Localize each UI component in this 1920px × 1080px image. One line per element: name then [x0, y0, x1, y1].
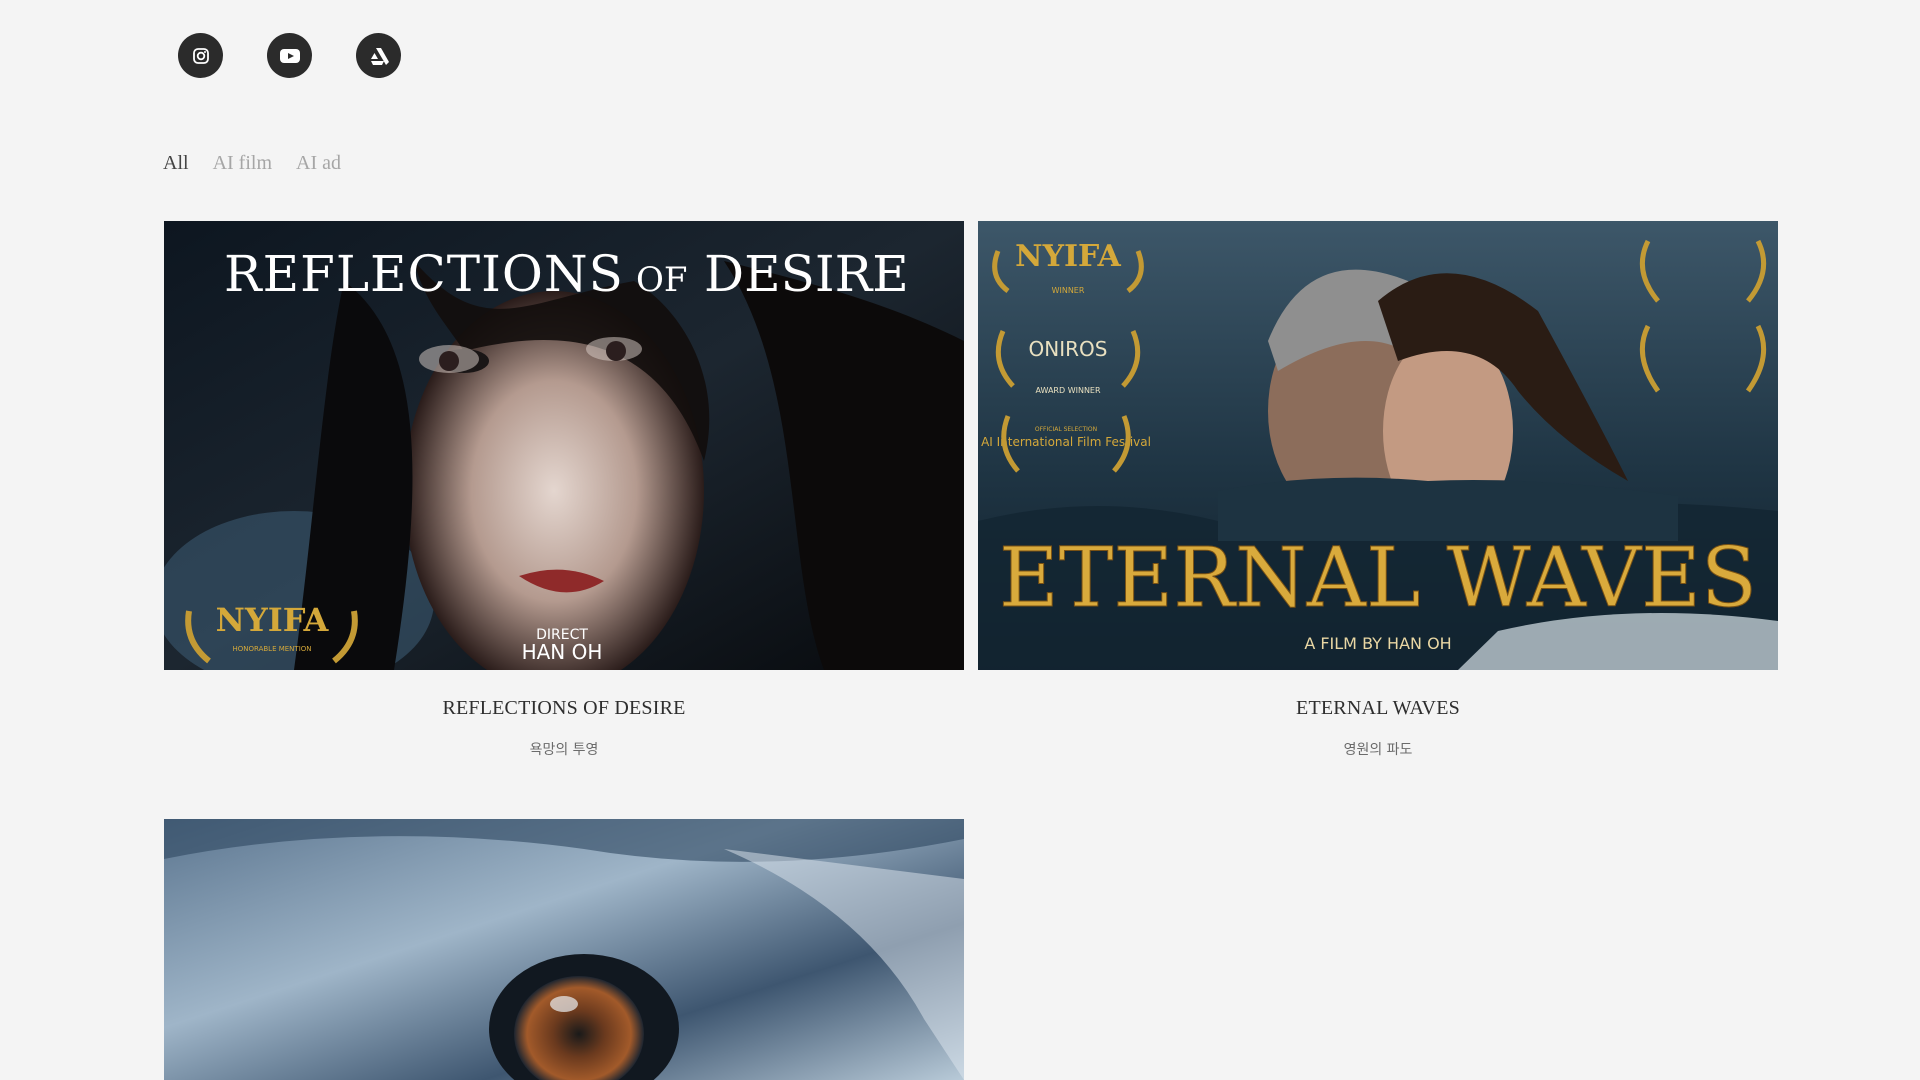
- project-card-reflections: REFLECTIONS OF DESIRE DIRECT HAN OH NYIF…: [164, 221, 964, 759]
- filter-ai-ad[interactable]: AI ad: [296, 152, 341, 175]
- svg-text:HONORABLE MENTION: HONORABLE MENTION: [232, 645, 311, 653]
- filter-all[interactable]: All: [163, 152, 189, 175]
- svg-text:ONIROS: ONIROS: [1029, 337, 1108, 361]
- artstation-icon[interactable]: [356, 33, 401, 78]
- social-links: [178, 33, 401, 78]
- poster-title: ETERNAL WAVES: [999, 531, 1757, 626]
- poster-title-word-3: DESIRE: [704, 245, 909, 303]
- filter-ai-film[interactable]: AI film: [213, 152, 272, 175]
- poster-title-word-1: REFLECTIONS: [224, 245, 624, 303]
- poster-credit: A FILM BY HAN OH: [1304, 634, 1451, 653]
- project-subtitle: 욕망의 투영: [529, 742, 599, 758]
- poster-title-word-2: OF: [636, 260, 687, 300]
- category-filter: All AI film AI ad: [163, 152, 341, 175]
- instagram-icon[interactable]: [178, 33, 223, 78]
- project-card-eternal-waves: NYIFA WINNER ONIROS AWARD WINNER AI Inte…: [978, 221, 1778, 759]
- project-card-third: [164, 819, 964, 1080]
- svg-text:AWARD WINNER: AWARD WINNER: [1035, 386, 1101, 395]
- project-title[interactable]: ETERNAL WAVES: [978, 697, 1778, 720]
- svg-text:WINNER: WINNER: [1052, 286, 1085, 295]
- svg-text:NYIFA: NYIFA: [1015, 239, 1121, 274]
- svg-text:NYIFA: NYIFA: [216, 601, 330, 639]
- project-thumbnail-eternal-waves[interactable]: NYIFA WINNER ONIROS AWARD WINNER AI Inte…: [978, 221, 1778, 670]
- poster-credit-name: HAN OH: [522, 640, 603, 664]
- project-thumbnail-reflections[interactable]: REFLECTIONS OF DESIRE DIRECT HAN OH NYIF…: [164, 221, 964, 670]
- svg-text:OFFICIAL SELECTION: OFFICIAL SELECTION: [1035, 426, 1097, 433]
- youtube-icon[interactable]: [267, 33, 312, 78]
- project-subtitle: 영원의 파도: [1343, 742, 1413, 758]
- project-thumbnail-third[interactable]: [164, 819, 964, 1080]
- project-title[interactable]: REFLECTIONS OF DESIRE: [164, 697, 964, 720]
